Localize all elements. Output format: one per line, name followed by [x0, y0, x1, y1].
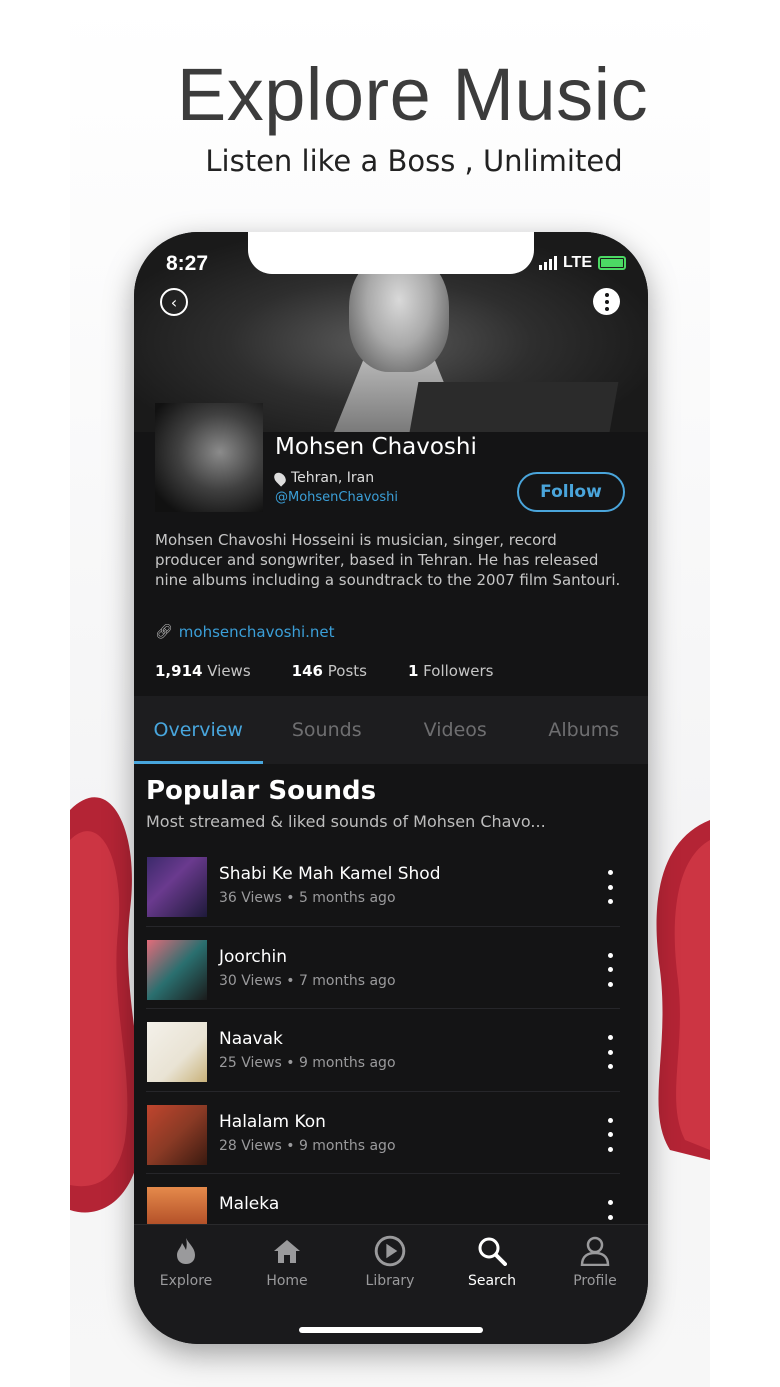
song-title: Shabi Ke Mah Kamel Shod [219, 864, 441, 884]
song-row[interactable]: Joorchin 30 Views • 7 months ago [146, 927, 620, 1009]
more-vertical-icon[interactable] [600, 870, 620, 904]
artist-handle[interactable]: @MohsenChavoshi [275, 490, 398, 505]
followers-stat: 1 Followers [407, 662, 494, 680]
album-art [147, 857, 207, 917]
back-button[interactable]: ‹ [160, 288, 188, 316]
song-title: Halalam Kon [219, 1111, 326, 1132]
decorative-wave-right [656, 820, 710, 1160]
artist-stats: 1,914 Views 146 Posts 1 Followers [155, 662, 534, 680]
website-text[interactable]: mohsenchavoshi.net [179, 623, 335, 641]
nav-library[interactable]: Library [350, 1235, 430, 1289]
more-vertical-icon[interactable] [600, 952, 620, 987]
signal-icon [538, 256, 557, 270]
person-icon [579, 1235, 611, 1267]
network-label: LTE [562, 254, 592, 271]
song-title: Naavak [219, 1029, 283, 1049]
posts-stat: 146 Posts [291, 662, 367, 680]
tab-overview[interactable]: Overview [134, 696, 263, 764]
more-vertical-icon[interactable] [600, 1035, 620, 1069]
chevron-left-icon: ‹ [170, 292, 178, 312]
artist-avatar [155, 403, 263, 512]
status-time: 8:27 [166, 252, 209, 275]
profile-tabs: Overview Sounds Videos Albums [134, 696, 648, 764]
song-meta: 25 Views • 9 months ago [219, 1055, 396, 1071]
nav-home[interactable]: Home [247, 1235, 327, 1289]
song-title: Joorchin [219, 946, 288, 967]
song-meta: 28 Views • 9 months ago [219, 1137, 396, 1154]
promo-subline: Listen like a Boss , Unlimited [205, 144, 623, 178]
section-title: Popular Sounds [146, 776, 377, 806]
status-indicators: LTE [538, 254, 626, 272]
more-options-button[interactable] [593, 288, 620, 315]
song-title: Maleka [219, 1194, 280, 1214]
flame-icon [170, 1235, 202, 1267]
song-row[interactable]: Halalam Kon 28 Views • 9 months ago [146, 1092, 620, 1174]
link-icon: 🔗︎ [155, 624, 173, 640]
battery-icon [598, 256, 626, 270]
more-vertical-icon[interactable] [600, 1117, 620, 1152]
album-art [147, 1104, 207, 1165]
song-meta: 30 Views • 7 months ago [219, 972, 396, 989]
song-row[interactable]: Naavak 25 Views • 9 months ago [146, 1009, 620, 1092]
section-subtitle: Most streamed & liked sounds of Mohsen C… [146, 812, 546, 831]
search-icon [476, 1235, 508, 1267]
location-pin-icon [271, 469, 289, 487]
views-stat: 1,914 Views [155, 662, 251, 680]
artist-bio: Mohsen Chavoshi Hosseini is musician, si… [155, 531, 621, 589]
song-meta: 36 Views • 5 months ago [219, 890, 396, 906]
promo-headline: Explore Music [176, 53, 649, 136]
song-row[interactable]: Shabi Ke Mah Kamel Shod 36 Views • 5 mon… [146, 844, 620, 927]
album-art [147, 939, 207, 1000]
tab-sounds[interactable]: Sounds [263, 696, 392, 764]
phone-notch [248, 232, 534, 274]
nav-explore[interactable]: Explore [146, 1235, 226, 1289]
artist-location: Tehran, Iran [271, 469, 375, 487]
nav-label: Explore [159, 1273, 213, 1289]
phone-frame: 8:27 LTE ‹ Mohsen Chavoshi Tehran, Iran … [134, 232, 648, 1344]
house-icon [271, 1235, 303, 1267]
nav-label: Home [266, 1273, 308, 1289]
home-indicator [299, 1327, 483, 1333]
bottom-navigation: Explore Home Library Search Profile [134, 1224, 648, 1344]
website-link[interactable]: 🔗︎ mohsenchavoshi.net [155, 623, 335, 641]
nav-search[interactable]: Search [452, 1235, 532, 1289]
nav-label: Profile [573, 1273, 617, 1289]
location-text: Tehran, Iran [291, 470, 375, 486]
tab-albums[interactable]: Albums [520, 696, 649, 764]
nav-label: Search [467, 1273, 517, 1289]
tab-videos[interactable]: Videos [391, 696, 520, 764]
nav-label: Library [365, 1273, 415, 1289]
song-list: Shabi Ke Mah Kamel Shod 36 Views • 5 mon… [134, 844, 648, 1257]
nav-profile[interactable]: Profile [555, 1235, 635, 1289]
artist-name: Mohsen Chavoshi [275, 434, 477, 460]
play-circle-icon [374, 1235, 406, 1267]
album-art [147, 1022, 207, 1082]
follow-button[interactable]: Follow [517, 472, 625, 512]
